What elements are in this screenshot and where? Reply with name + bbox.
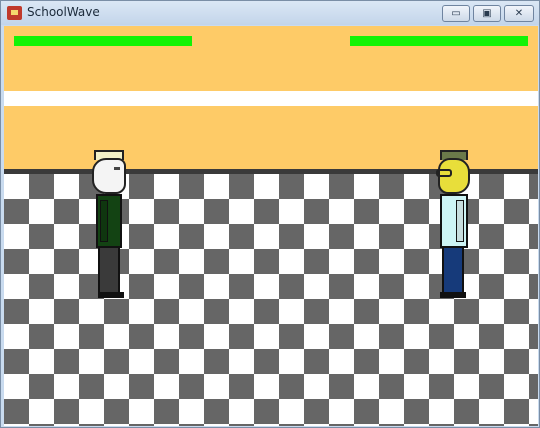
player1-arm bbox=[100, 200, 108, 242]
minimize-button[interactable]: ▭ bbox=[442, 5, 470, 22]
player2-arm bbox=[456, 200, 464, 242]
player1-shoes bbox=[98, 292, 124, 298]
player2-glasses bbox=[436, 169, 452, 177]
player1-head bbox=[92, 158, 126, 194]
player1-legs bbox=[98, 246, 120, 296]
title-bar[interactable]: SchoolWave ▭ ▣ ✕ bbox=[1, 1, 539, 25]
player2-shoes bbox=[440, 292, 466, 298]
player1-fighter bbox=[90, 150, 130, 300]
player2-fighter bbox=[434, 150, 474, 300]
minimize-icon: ▭ bbox=[451, 8, 461, 19]
player1-eye bbox=[114, 167, 120, 170]
maximize-button[interactable]: ▣ bbox=[473, 5, 501, 22]
app-logo-icon[interactable] bbox=[7, 6, 22, 20]
close-icon: ✕ bbox=[514, 8, 524, 19]
wall-stripe bbox=[4, 91, 538, 106]
player1-health-bar bbox=[14, 36, 192, 46]
game-canvas[interactable] bbox=[4, 26, 538, 426]
window-title: SchoolWave bbox=[27, 5, 100, 19]
maximize-icon: ▣ bbox=[482, 8, 492, 19]
player2-legs bbox=[442, 246, 464, 296]
player2-health-bar bbox=[350, 36, 528, 46]
close-button[interactable]: ✕ bbox=[504, 5, 534, 22]
app-window: SchoolWave ▭ ▣ ✕ bbox=[0, 0, 540, 428]
